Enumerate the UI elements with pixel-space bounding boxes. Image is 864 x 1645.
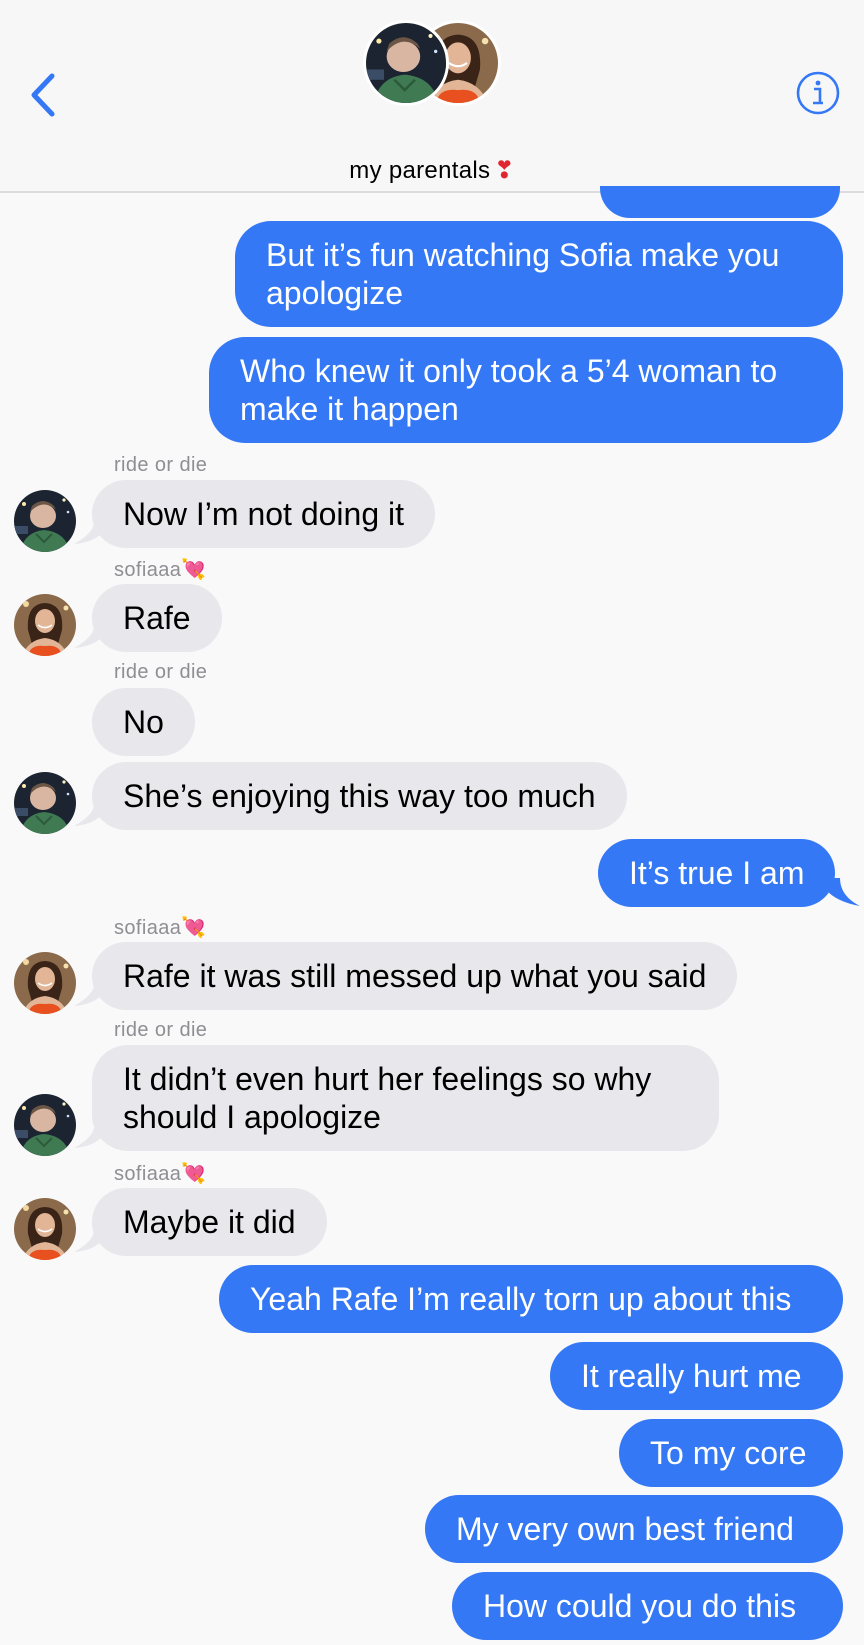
sender-name: ride or die <box>114 454 207 477</box>
message-bubble-outgoing[interactable]: Yeah Rafe I’m really torn up about this <box>219 1265 843 1333</box>
message-bubble-outgoing[interactable]: It’s true I am <box>598 839 836 907</box>
message-text: But it’s fun watching Sofia make you apo… <box>266 237 780 311</box>
message-bubble-outgoing[interactable]: It really hurt me <box>550 1342 843 1410</box>
back-button[interactable] <box>26 70 66 120</box>
message-bubble-incoming[interactable]: Rafe it was still messed up what you sai… <box>92 942 738 1010</box>
avatar-ride-or-die[interactable] <box>14 490 76 552</box>
message-text: Yeah Rafe I’m really torn up about this <box>250 1281 792 1317</box>
bubble-tail <box>74 1128 108 1148</box>
partial-message-bubble[interactable] <box>600 186 840 218</box>
message-text: It didn’t even hurt her feelings so why … <box>123 1061 652 1135</box>
sender-name: sofiaaa💘 <box>114 1161 207 1186</box>
sender-name: sofiaaa💘 <box>114 915 207 940</box>
heart-arrow-emoji: 💘 <box>181 917 207 939</box>
group-avatar-stack[interactable] <box>363 20 503 110</box>
avatar-ride-or-die[interactable] <box>14 772 76 834</box>
bubble-tail <box>74 986 108 1006</box>
avatar-ride-or-die[interactable] <box>14 1094 76 1156</box>
sender-name-text: ride or die <box>114 661 208 683</box>
group-name-text: my parentals <box>349 157 491 184</box>
message-bubble-outgoing[interactable]: But it’s fun watching Sofia make you apo… <box>235 221 843 327</box>
avatar-sofiaaa[interactable] <box>14 594 76 656</box>
message-text: She’s enjoying this way too much <box>123 778 596 814</box>
message-bubble-outgoing[interactable]: My very own best friend <box>425 1495 843 1563</box>
message-text: Now I’m not doing it <box>123 496 405 532</box>
message-bubble-incoming[interactable]: Maybe it did <box>92 1188 327 1256</box>
bubble-tail <box>74 628 108 648</box>
message-bubble-outgoing[interactable]: Who knew it only took a 5’4 woman to mak… <box>209 337 843 443</box>
heart-exclamation-icon: ❣ <box>494 157 515 184</box>
group-name[interactable]: my parentals ❣ <box>0 156 864 185</box>
message-bubble-incoming[interactable]: She’s enjoying this way too much <box>92 762 627 830</box>
sender-name-text: ride or die <box>114 454 208 476</box>
message-text: Who knew it only took a 5’4 woman to mak… <box>240 353 778 427</box>
message-text: How could you do this <box>483 1588 797 1624</box>
sender-name: sofiaaa💘 <box>114 557 207 582</box>
message-text: To my core <box>650 1435 807 1471</box>
sender-name-text: sofiaaa <box>114 1163 182 1185</box>
message-bubble-outgoing[interactable]: How could you do this <box>452 1572 843 1640</box>
heart-arrow-emoji: 💘 <box>181 559 207 581</box>
message-text: No <box>123 704 164 740</box>
sender-name: ride or die <box>114 661 207 684</box>
message-bubble-incoming[interactable]: No <box>92 688 195 756</box>
avatar-ride-or-die <box>363 20 449 106</box>
bubble-tail <box>74 1232 108 1252</box>
message-bubble-incoming[interactable]: Rafe <box>92 584 222 652</box>
bubble-tail <box>74 806 108 826</box>
sender-name-text: ride or die <box>114 1019 208 1041</box>
info-button[interactable] <box>795 70 841 116</box>
bubble-tail <box>74 524 108 544</box>
chevron-left-icon <box>31 73 55 117</box>
message-text: Maybe it did <box>123 1204 296 1240</box>
message-text: It really hurt me <box>581 1358 802 1394</box>
message-bubble-incoming[interactable]: It didn’t even hurt her feelings so why … <box>92 1045 719 1151</box>
conversation-header: my parentals ❣ <box>0 0 864 193</box>
message-text: It’s true I am <box>629 855 805 891</box>
sender-name-text: sofiaaa <box>114 559 182 581</box>
avatar-sofiaaa[interactable] <box>14 1198 76 1260</box>
message-bubble-outgoing[interactable]: To my core <box>619 1419 843 1487</box>
sender-name-text: sofiaaa <box>114 917 182 939</box>
message-text: My very own best friend <box>456 1511 794 1547</box>
sender-name: ride or die <box>114 1019 207 1042</box>
avatar-sofiaaa[interactable] <box>14 952 76 1014</box>
heart-arrow-emoji: 💘 <box>181 1163 207 1185</box>
bubble-tail <box>820 878 860 906</box>
message-bubble-incoming[interactable]: Now I’m not doing it <box>92 480 436 548</box>
message-text: Rafe it was still messed up what you sai… <box>123 958 707 994</box>
info-icon <box>796 71 840 115</box>
message-text: Rafe <box>123 600 191 636</box>
